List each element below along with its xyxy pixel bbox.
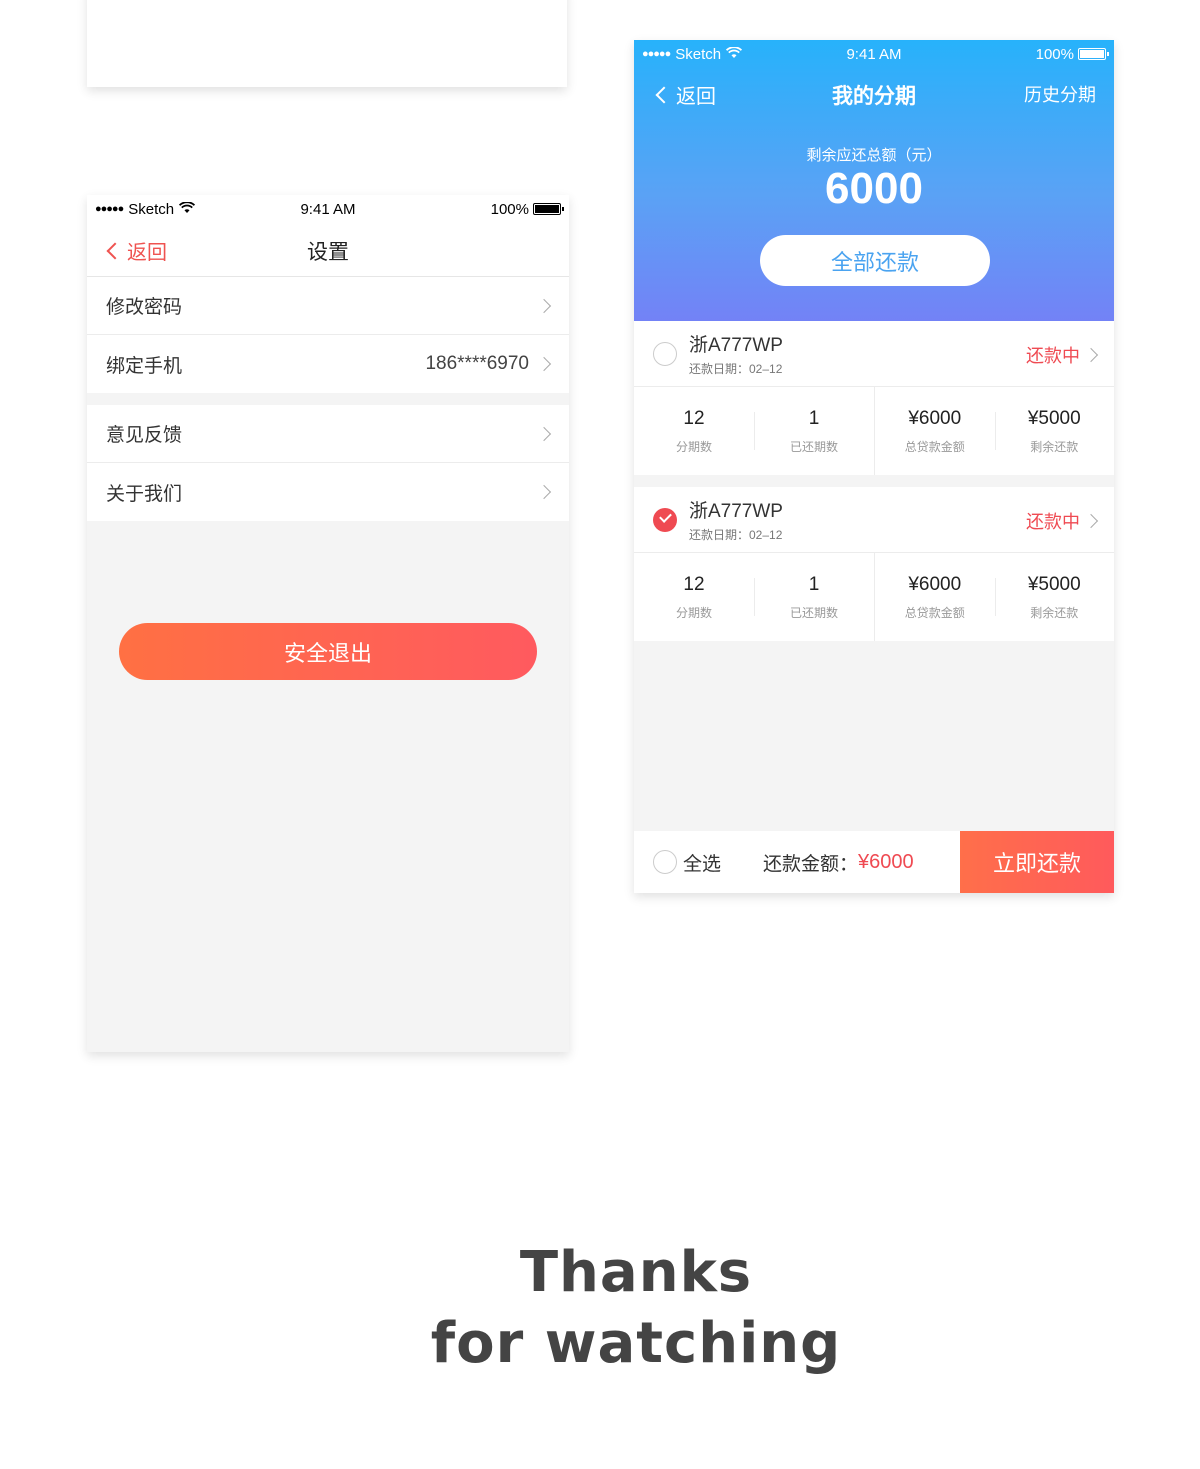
stat-label: 已还期数 bbox=[789, 605, 838, 620]
stat-value: 12 bbox=[683, 407, 705, 429]
stat-label: 总贷款金额 bbox=[904, 605, 965, 620]
loan-card: 浙A777WP 还款日期：02–12 还款中 12 分期数 1 已还期数 ¥60… bbox=[634, 487, 1114, 641]
plate-number: 浙A777WP bbox=[689, 335, 783, 356]
previous-screen-card bbox=[87, 0, 567, 87]
settings-item-bind-phone[interactable]: 绑定手机 186****6970 bbox=[87, 335, 569, 393]
stat-paid-periods: 1 已还期数 bbox=[754, 408, 874, 455]
thanks-subheading: for watching bbox=[430, 1311, 842, 1376]
select-all-radio[interactable] bbox=[653, 850, 677, 874]
signal-icon: ●●●●● bbox=[95, 203, 124, 215]
chevron-right-icon bbox=[536, 356, 552, 372]
stat-label: 分期数 bbox=[675, 439, 712, 454]
logout-button[interactable]: 安全退出 bbox=[119, 623, 537, 680]
nav-bar: 返回 设置 bbox=[87, 223, 569, 277]
settings-item-label: 意见反馈 bbox=[106, 425, 183, 446]
payment-amount-value: ¥6000 bbox=[858, 850, 914, 873]
carrier-label: Sketch bbox=[128, 200, 175, 218]
stat-label: 分期数 bbox=[675, 605, 712, 620]
due-date: 还款日期：02–12 bbox=[689, 362, 783, 376]
battery-percent: 100% bbox=[1035, 45, 1074, 63]
phone-number: 186****6970 bbox=[425, 353, 529, 374]
settings-screen: ●●●●● Sketch 9:41 AM 100% 返回 设置 修改密码 绑定手… bbox=[87, 195, 569, 1052]
chevron-right-icon bbox=[1083, 513, 1099, 529]
settings-item-label: 关于我们 bbox=[106, 483, 183, 505]
wifi-icon bbox=[179, 200, 196, 218]
stat-paid-periods: 1 已还期数 bbox=[754, 574, 874, 621]
wifi-icon bbox=[726, 45, 743, 63]
stat-label: 剩余还款 bbox=[1030, 439, 1079, 454]
settings-item-feedback[interactable]: 意见反馈 bbox=[87, 405, 569, 463]
settings-group-account: 修改密码 绑定手机 186****6970 bbox=[87, 277, 569, 393]
stat-total-loan: ¥6000 总贷款金额 bbox=[875, 408, 995, 455]
repay-all-button[interactable]: 全部还款 bbox=[760, 235, 990, 286]
signal-icon: ●●●●● bbox=[642, 48, 671, 60]
settings-item-change-password[interactable]: 修改密码 bbox=[87, 277, 569, 335]
battery-percent: 100% bbox=[490, 200, 529, 218]
stat-value: 1 bbox=[808, 573, 820, 595]
remaining-total-label: 剩余应还总额（元） bbox=[806, 147, 942, 164]
loan-select-radio[interactable] bbox=[653, 342, 677, 366]
status-label: 还款中 bbox=[1026, 346, 1080, 366]
thanks-heading: Thanks bbox=[519, 1240, 753, 1305]
pay-now-button[interactable]: 立即还款 bbox=[960, 831, 1114, 893]
chevron-right-icon bbox=[536, 426, 552, 441]
loan-card: 浙A777WP 还款日期：02–12 还款中 12 分期数 1 已还期数 ¥60… bbox=[634, 321, 1114, 475]
status-label: 还款中 bbox=[1026, 512, 1080, 532]
plate-number: 浙A777WP bbox=[689, 501, 783, 522]
loan-status[interactable]: 还款中 bbox=[1026, 342, 1099, 368]
installment-screen: ●●●●● Sketch 9:41 AM 100% 返回 我的分期 历史分期 剩… bbox=[634, 40, 1114, 893]
loan-card-header[interactable]: 浙A777WP 还款日期：02–12 还款中 bbox=[634, 321, 1114, 387]
status-bar: ●●●●● Sketch 9:41 AM 100% bbox=[634, 40, 1114, 68]
nav-bar: 返回 我的分期 历史分期 bbox=[634, 68, 1114, 114]
remaining-total-amount: 6000 bbox=[825, 164, 923, 213]
stat-label: 总贷款金额 bbox=[904, 439, 965, 454]
stat-value: 12 bbox=[683, 573, 705, 595]
due-date: 还款日期：02–12 bbox=[689, 528, 783, 542]
loan-stats: 12 分期数 1 已还期数 ¥6000 总贷款金额 ¥5000 剩余还款 bbox=[634, 387, 1114, 475]
battery-icon bbox=[1078, 48, 1109, 60]
settings-item-label: 绑定手机 bbox=[106, 355, 183, 377]
stat-value: ¥5000 bbox=[1027, 573, 1081, 595]
stat-label: 已还期数 bbox=[789, 439, 838, 454]
chevron-right-icon bbox=[1083, 347, 1099, 363]
settings-item-label: 修改密码 bbox=[106, 297, 183, 318]
stat-total-loan: ¥6000 总贷款金额 bbox=[875, 574, 995, 621]
stat-value: ¥5000 bbox=[1027, 407, 1081, 429]
loan-select-radio-checked[interactable] bbox=[653, 508, 677, 532]
stat-remaining: ¥5000 剩余还款 bbox=[994, 407, 1115, 455]
loan-status[interactable]: 还款中 bbox=[1026, 508, 1099, 534]
chevron-right-icon bbox=[536, 298, 552, 313]
page-title: 设置 bbox=[307, 241, 349, 264]
loan-stats: 12 分期数 1 已还期数 ¥6000 总贷款金额 ¥5000 剩余还款 bbox=[634, 553, 1114, 641]
battery-icon bbox=[533, 203, 564, 215]
history-installments-link[interactable]: 历史分期 bbox=[1024, 81, 1096, 107]
settings-item-about-us[interactable]: 关于我们 bbox=[87, 463, 569, 521]
loan-card-header[interactable]: 浙A777WP 还款日期：02–12 还款中 bbox=[634, 487, 1114, 553]
chevron-right-icon bbox=[536, 484, 552, 500]
stat-label: 剩余还款 bbox=[1030, 605, 1079, 620]
installment-header: ●●●●● Sketch 9:41 AM 100% 返回 我的分期 历史分期 剩… bbox=[634, 40, 1114, 321]
payment-amount-label: 还款金额： bbox=[763, 853, 859, 875]
stat-remaining: ¥5000 剩余还款 bbox=[994, 573, 1115, 621]
carrier-label: Sketch bbox=[675, 45, 722, 63]
status-bar: ●●●●● Sketch 9:41 AM 100% bbox=[87, 195, 569, 223]
settings-group-about: 意见反馈 关于我们 bbox=[87, 405, 569, 521]
stat-value: 1 bbox=[808, 407, 820, 429]
stat-value: ¥6000 bbox=[908, 407, 962, 429]
stat-installments: 12 分期数 bbox=[634, 408, 754, 455]
payment-footer: 全选 还款金额： ¥6000 立即还款 bbox=[634, 831, 1114, 893]
select-all-label[interactable]: 全选 bbox=[683, 849, 721, 876]
stat-value: ¥6000 bbox=[908, 573, 962, 595]
stat-installments: 12 分期数 bbox=[634, 574, 754, 621]
